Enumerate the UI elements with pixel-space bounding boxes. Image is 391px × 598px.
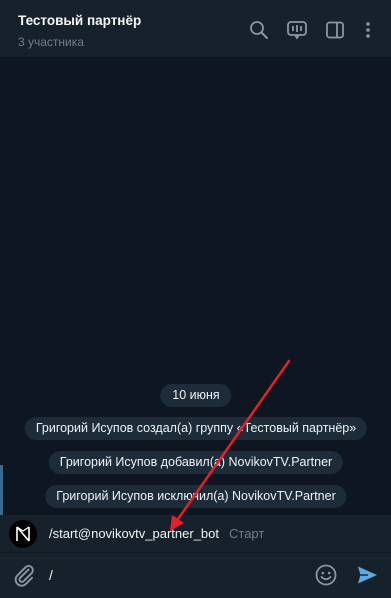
bot-command-suggestion[interactable]: /start@novikovtv_partner_bot Старт (0, 515, 391, 553)
message-composer (0, 553, 391, 598)
attach-icon[interactable] (12, 563, 36, 587)
date-badge: 10 июня (160, 384, 232, 407)
service-message: Григорий Исупов исключил(а) NovikovTV.Pa… (45, 485, 347, 508)
sidebar-toggle-icon[interactable] (324, 19, 346, 41)
more-icon[interactable] (357, 19, 379, 41)
voice-chat-icon[interactable] (286, 19, 308, 41)
message-input[interactable] (49, 565, 299, 585)
send-icon[interactable] (355, 563, 379, 587)
command-text[interactable]: /start@novikovtv_partner_bot (49, 526, 219, 541)
chat-title[interactable]: Тестовый партнёр (18, 13, 141, 28)
message-area: 10 июня Григорий Исупов создал(а) группу… (0, 58, 391, 515)
bot-avatar (9, 520, 37, 548)
service-message: Григорий Исупов добавил(а) NovikovTV.Par… (48, 451, 344, 474)
emoji-icon[interactable] (314, 563, 338, 587)
member-count[interactable]: 3 участника (18, 35, 84, 49)
command-description: Старт (229, 526, 265, 541)
search-icon[interactable] (248, 19, 270, 41)
edge-indicator (0, 465, 3, 520)
service-message: Григорий Исупов создал(а) группу «Тестов… (24, 417, 368, 440)
chat-header[interactable]: Тестовый партнёр 3 участника (0, 0, 391, 58)
